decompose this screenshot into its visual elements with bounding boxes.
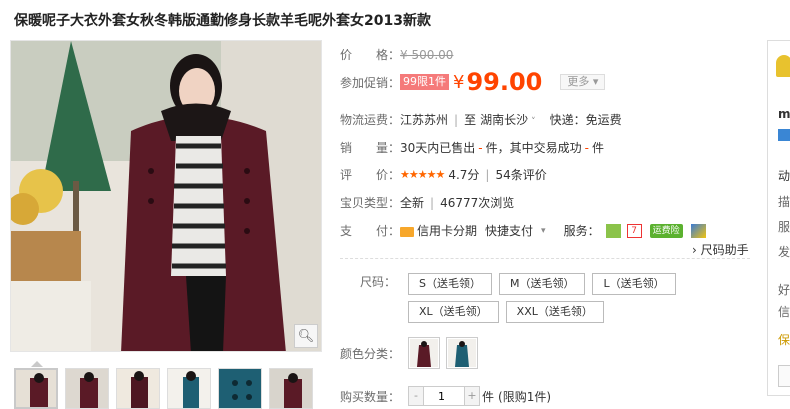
credit-card-icon [400,226,414,237]
divider: | [485,167,490,182]
color-row: 颜色分类： [340,337,484,369]
main-product-image[interactable]: 🔍︎ [10,40,322,352]
ship-to-prefix: 至 [464,113,477,127]
sales-label: 销 量： [340,141,401,155]
promo-label: 参加促销： [340,75,401,90]
original-price: ¥ 500.00 [400,47,454,62]
view-count: 46777次浏览 [440,196,515,210]
shipping-label: 物流运费： [340,113,401,127]
express-fee: 快递：免运费 [549,113,622,127]
size-option-xxl[interactable]: XXL（送毛领） [505,301,604,323]
card-service-icon[interactable] [690,223,706,238]
shop-praise-rate: 好 [778,283,790,297]
product-title: 保暖呢子大衣外套女秋冬韩版通勤修身长款羊毛呢外套女2013新款 [14,13,431,29]
thumbnail-4[interactable] [167,368,211,409]
ship-to: 湖南长沙 [480,113,529,127]
color-swatch-wine[interactable] [408,337,440,369]
rating-row: 评 价： ★★★★★ 4.7分 | 54条评价 [340,166,547,183]
star-rating-icon: ★★★★★ [400,168,445,181]
quantity-row: 购买数量： - + 件 (限购1件) [340,386,551,406]
section-divider [340,258,750,259]
sales-mid: 件，其中交易成功 [485,141,582,155]
divider: | [430,195,435,210]
quick-pay[interactable]: 快捷支付 [485,222,533,239]
chevron-down-icon[interactable]: ▾ [541,226,546,236]
rating-label: 评 价： [340,168,401,182]
promo-tag: 99限1件 [400,74,449,90]
size-option-l[interactable]: L（送毛领） [592,273,676,295]
price-row: 价 格： ¥ 500.00 [340,46,453,63]
quantity-unit: 件 [482,389,495,404]
payment-row: 支 付： 信用卡分期 快捷支付 ▾ 服务： 7 运费险 [340,222,706,239]
triangle-right-icon: › [692,243,697,257]
ship-from: 江苏苏州 [400,113,449,127]
size-option-s[interactable]: S（送毛领） [408,273,492,295]
more-promotions-button[interactable]: 更多 ▾ [560,74,606,90]
shop-credit: 信 [778,305,790,319]
quantity-plus-button[interactable]: + [465,387,479,405]
shop-name[interactable]: mi [778,107,790,121]
condition-label: 宝贝类型： [340,196,401,210]
quantity-label: 购买数量： [340,389,401,404]
sales-prefix: 30天内已售出 [400,141,476,155]
seven-day-return-icon[interactable]: 7 [626,223,642,238]
quantity-stepper: - + [408,386,480,406]
size-helper-link[interactable]: › 尺码助手 [692,241,749,258]
condition-value: 全新 [400,196,425,210]
rating-score: 4.7分 [448,168,480,182]
purchase-limit: (限购1件) [498,389,552,404]
zoom-icon[interactable]: 🔍︎ [294,324,318,348]
success-count: - [584,140,589,155]
size-option-m[interactable]: M（送毛领） [498,273,586,295]
currency-symbol: ¥ [453,71,465,93]
sales-suffix: 件 [591,141,604,155]
size-options: S（送毛领） M（送毛领） L（送毛领） XL（送毛领） XXL（送毛领） [408,273,678,323]
quantity-input[interactable] [423,387,465,405]
chevron-down-icon: ˅ [531,117,536,127]
promo-row: 参加促销： 99限1件 ¥ 99.00 更多 ▾ [340,68,606,96]
divider: | [454,112,459,127]
condition-row: 宝贝类型： 全新 | 46777次浏览 [340,194,514,211]
size-helper-label: 尺码助手 [700,243,749,257]
shop-badge-icon [776,55,790,77]
color-swatch-teal[interactable] [446,337,478,369]
size-row: 尺码： S（送毛领） M（送毛领） L（送毛领） XL（送毛领） XXL（送毛领… [340,273,678,323]
shop-info-panel: mi 动 描 服 发 好 信 保 [767,40,790,396]
chevron-down-icon: ▾ [592,75,599,88]
credit-installment[interactable]: 信用卡分期 [417,222,477,239]
thumbnail-2[interactable] [65,368,109,409]
shop-service-score: 服 [778,220,790,234]
guarantee-icon[interactable] [605,223,621,238]
promo-price: 99.00 [466,68,543,96]
ship-to-selector[interactable]: 湖南长沙 ˅ [480,111,536,128]
quantity-minus-button[interactable]: - [409,387,423,405]
reviews-link[interactable]: 54条评价 [495,166,546,183]
sales-row: 销 量： 30天内已售出 - 件，其中交易成功 - 件 [340,139,604,156]
shop-dynamic-label: 动 [778,169,790,183]
shop-ship-score: 发 [778,245,790,259]
more-label: 更多 [567,75,590,88]
size-label: 尺码： [360,275,397,289]
color-label: 颜色分类： [340,346,401,361]
thumbnail-strip [14,368,320,409]
sold-count: - [478,140,483,155]
shipping-row: 物流运费： 江苏苏州 | 至 湖南长沙 ˅ 快递：免运费 [340,111,622,128]
model-photo [11,41,321,351]
shop-enter-button[interactable] [778,365,790,387]
shop-desc-score: 描 [778,195,790,209]
thumbnail-pointer [31,361,43,367]
wangwang-icon[interactable] [778,129,790,141]
shipping-insurance-badge[interactable]: 运费险 [649,223,683,238]
service-label: 服务： [563,224,600,238]
thumbnail-3[interactable] [116,368,160,409]
size-option-xl[interactable]: XL（送毛领） [408,301,499,323]
thumbnail-1[interactable] [14,368,58,409]
payment-label: 支 付： [340,224,401,238]
thumbnail-5[interactable] [218,368,262,409]
price-label: 价 格： [340,48,401,62]
services: 服务： 7 运费险 [552,222,706,239]
shop-guarantee: 保 [778,333,790,347]
thumbnail-6[interactable] [269,368,313,409]
